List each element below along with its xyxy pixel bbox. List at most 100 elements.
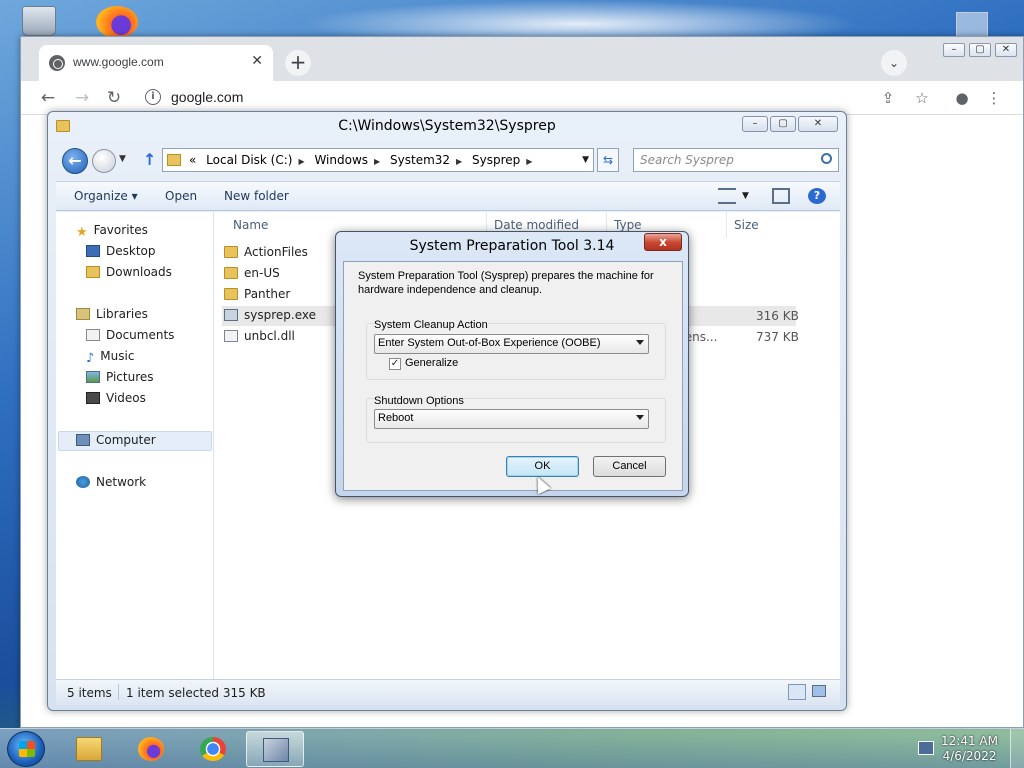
list-item[interactable]: Panther: [224, 287, 290, 307]
network-tray-icon[interactable]: [918, 741, 934, 755]
status-divider: [118, 684, 119, 700]
breadcrumb-system32[interactable]: System32: [390, 153, 450, 167]
reload-icon[interactable]: ↻: [103, 87, 125, 109]
column-header-type[interactable]: Type: [614, 218, 642, 232]
nav-music-label: Music: [100, 349, 135, 363]
chevron-down-icon: [636, 340, 644, 345]
bookmark-star-icon[interactable]: ☆: [911, 87, 933, 109]
nav-pictures[interactable]: Pictures: [86, 370, 154, 384]
column-header-date[interactable]: Date modified: [494, 218, 579, 232]
open-button[interactable]: Open: [165, 189, 197, 203]
back-arrow-icon[interactable]: ←: [62, 148, 88, 174]
taskbar-sysprep[interactable]: [246, 731, 304, 767]
exe-file-icon: [224, 309, 238, 321]
desktop-wallpaper-cloud: [300, 0, 860, 40]
maximize-button[interactable]: ▢: [969, 43, 991, 57]
clock-date: 4/6/2022: [942, 749, 997, 763]
file-name: en-US: [244, 266, 280, 280]
list-item[interactable]: unbcl.dll: [224, 329, 295, 349]
new-folder-button[interactable]: New folder: [224, 189, 289, 203]
address-bar[interactable]: i google.com: [141, 86, 871, 110]
share-icon[interactable]: ⇪: [877, 87, 899, 109]
forward-arrow-icon[interactable]: [92, 149, 116, 173]
search-icon[interactable]: [821, 153, 832, 164]
nav-favorites[interactable]: ★ Favorites: [76, 223, 148, 240]
list-item[interactable]: ActionFiles: [224, 245, 308, 265]
breadcrumb-overflow[interactable]: «: [189, 153, 196, 167]
back-arrow-icon[interactable]: ←: [37, 87, 59, 109]
view-options-icon[interactable]: [718, 188, 736, 204]
tab-search-button[interactable]: ⌄: [881, 50, 907, 76]
taskbar-firefox[interactable]: [122, 731, 180, 767]
new-tab-button[interactable]: +: [285, 50, 311, 76]
documents-icon: [86, 329, 100, 341]
explorer-address-bar[interactable]: « Local Disk (C:) ▶ Windows ▶ System32 ▶ Sy…: [162, 148, 594, 172]
start-button[interactable]: [7, 731, 45, 767]
generalize-checkbox[interactable]: ✓: [389, 358, 401, 370]
details-view-icon[interactable]: [788, 684, 806, 700]
close-button[interactable]: ✕: [995, 43, 1017, 57]
list-item[interactable]: en-US: [224, 266, 280, 286]
generalize-label[interactable]: Generalize: [405, 357, 458, 369]
nav-libraries[interactable]: Libraries: [76, 307, 148, 321]
close-button[interactable]: ✕: [798, 116, 838, 132]
nav-computer[interactable]: Computer: [76, 433, 156, 447]
minimize-button[interactable]: –: [742, 116, 768, 132]
nav-documents[interactable]: Documents: [86, 328, 174, 342]
organize-button[interactable]: Organize ▾: [74, 189, 138, 203]
up-arrow-icon[interactable]: ↑: [143, 150, 156, 169]
address-dropdown-icon[interactable]: ▼: [582, 155, 589, 165]
firefox-desktop-icon[interactable]: [96, 6, 138, 38]
show-desktop-button[interactable]: [1010, 729, 1024, 768]
column-header-size[interactable]: Size: [734, 218, 759, 232]
nav-downloads[interactable]: Downloads: [86, 265, 172, 279]
chrome-icon: [200, 737, 226, 761]
breadcrumb-sysprep[interactable]: Sysprep: [472, 153, 520, 167]
maximize-button[interactable]: ▢: [770, 116, 796, 132]
site-info-icon[interactable]: i: [145, 89, 161, 105]
nav-music[interactable]: ♪ Music: [86, 349, 135, 366]
minimize-button[interactable]: –: [943, 43, 965, 57]
search-input[interactable]: Search Sysprep: [633, 148, 839, 172]
column-divider[interactable]: [726, 212, 727, 238]
cleanup-action-select[interactable]: Enter System Out-of-Box Experience (OOBE…: [374, 334, 649, 354]
chrome-menu-icon[interactable]: ⋮: [983, 87, 1005, 109]
network-icon: [76, 476, 90, 488]
cancel-button[interactable]: Cancel: [593, 456, 666, 477]
taskbar-clock[interactable]: 12:41 AM 4/6/2022: [941, 734, 998, 764]
breadcrumb-windows[interactable]: Windows: [314, 153, 368, 167]
view-dropdown-icon[interactable]: ▼: [742, 191, 760, 207]
large-icons-view-icon[interactable]: [812, 685, 826, 697]
history-dropdown-icon[interactable]: ▼: [119, 154, 126, 164]
tab-close-button[interactable]: ✕: [251, 53, 263, 69]
profile-avatar-icon[interactable]: ●: [951, 87, 973, 109]
list-item-selected[interactable]: sysprep.exe: [224, 308, 316, 328]
breadcrumb-local-disk[interactable]: Local Disk (C:): [206, 153, 292, 167]
refresh-icon[interactable]: ⇆: [597, 148, 619, 172]
sysprep-icon: [263, 738, 289, 762]
desktop-icon: [86, 245, 100, 257]
chevron-right-icon[interactable]: ▶: [374, 157, 380, 166]
nav-network[interactable]: Network: [76, 475, 146, 489]
taskbar-chrome[interactable]: [184, 731, 242, 767]
taskbar-explorer[interactable]: [60, 731, 118, 767]
forward-arrow-icon[interactable]: →: [71, 87, 93, 109]
file-name: ActionFiles: [244, 245, 308, 259]
shutdown-options-select[interactable]: Reboot: [374, 409, 649, 429]
recycle-bin-icon[interactable]: [22, 6, 56, 36]
nav-videos[interactable]: Videos: [86, 391, 146, 405]
browser-tab[interactable]: www.google.com ✕: [39, 45, 273, 81]
nav-videos-label: Videos: [106, 391, 146, 405]
preview-pane-icon[interactable]: [772, 188, 790, 204]
chevron-right-icon[interactable]: ▶: [298, 157, 304, 166]
status-bar: 5 items 1 item selected 315 KB: [56, 679, 840, 705]
nav-pictures-label: Pictures: [106, 370, 154, 384]
column-header-name[interactable]: Name: [233, 218, 268, 232]
taskbar: 12:41 AM 4/6/2022: [0, 728, 1024, 768]
dialog-close-button[interactable]: x: [644, 233, 682, 251]
chevron-right-icon[interactable]: ▶: [526, 157, 532, 166]
chevron-right-icon[interactable]: ▶: [456, 157, 462, 166]
nav-desktop[interactable]: Desktop: [86, 244, 156, 258]
help-icon[interactable]: ?: [808, 188, 826, 204]
star-icon: ★: [76, 225, 88, 240]
